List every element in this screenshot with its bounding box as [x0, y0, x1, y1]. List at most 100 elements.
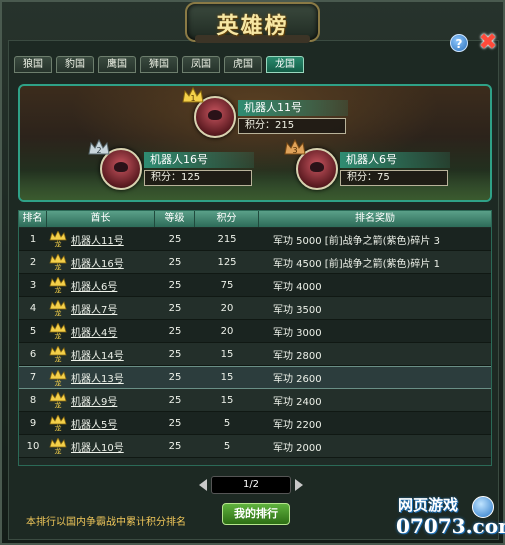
table-row[interactable]: 4 龙 机器人7号 25 20 军功 3500 [19, 297, 491, 320]
tab-eagle[interactable]: 鹰国 [98, 56, 136, 73]
dragon-crown-icon: 龙 [49, 277, 67, 293]
table-row[interactable]: 7 龙 机器人13号 25 15 军功 2600 [19, 366, 491, 389]
score-cell: 15 [220, 394, 234, 406]
pager: 1/2 [197, 476, 305, 494]
score-cell: 75 [220, 279, 234, 291]
ranking-note: 本排行以国内争霸战中累计积分排名 [26, 517, 186, 528]
level-cell: 25 [168, 348, 182, 360]
logo-line2: 07073.com [396, 514, 505, 538]
table-row[interactable]: 6 龙 机器人14号 25 15 军功 2800 [19, 343, 491, 366]
rank-cell: 5 [29, 325, 37, 337]
podium-first-score: 积分：215 [238, 118, 346, 134]
chief-cell: 龙 机器人7号 [47, 300, 155, 316]
ranking-table: 排名 酋长 等级 积分 排名奖励 1 龙机器人11号 25 215 军功 5000 [前… [18, 210, 492, 466]
table-row[interactable]: 1 龙 机器人11号 25 215 军功 5000 [前]战争之箭(紫色)碎片 3 [19, 228, 491, 251]
close-icon[interactable]: ✖ [477, 32, 499, 54]
svg-text:龙: 龙 [55, 424, 62, 432]
table-row[interactable]: 10 龙 机器人10号 25 5 军功 2000 [19, 435, 491, 458]
rank-cell: 6 [29, 348, 37, 360]
chief-cell: 龙 机器人16号 [47, 254, 155, 270]
rank-cell: 4 [29, 302, 37, 314]
dragon-crown-icon: 龙 [49, 300, 67, 316]
title-plate: 英雄榜 [185, 2, 320, 43]
svg-text:3: 3 [292, 146, 297, 155]
level-cell: 25 [168, 325, 182, 337]
chief-cell: 龙 机器人5号 [47, 415, 155, 431]
country-tabs: 狼国 豹国 鹰国 狮国 凤国 虎国 龙国 [14, 56, 304, 74]
svg-text:龙: 龙 [55, 332, 62, 340]
bronze-crown-icon: 3 [284, 138, 306, 155]
chief-name-link[interactable]: 机器人13号 [71, 370, 124, 385]
tab-dragon[interactable]: 龙国 [266, 56, 304, 73]
table-row[interactable]: 3 龙 机器人6号 25 75 军功 4000 [19, 274, 491, 297]
reward-cell: 军功 2000 [273, 442, 322, 454]
rank-cell: 3 [29, 279, 37, 291]
chief-cell: 龙 机器人9号 [47, 392, 155, 408]
svg-text:龙: 龙 [55, 309, 62, 317]
score-cell: 215 [217, 233, 237, 245]
reward-cell: 军功 4500 [前]战争之箭(紫色)碎片 1 [273, 258, 440, 270]
tab-tiger[interactable]: 虎国 [224, 56, 262, 73]
svg-text:1: 1 [190, 94, 195, 103]
table-header: 排名 酋长 等级 积分 排名奖励 [19, 211, 491, 227]
chief-name-link[interactable]: 机器人11号 [71, 232, 124, 247]
dragon-crown-icon: 龙 [49, 369, 67, 386]
podium-second-score: 积分：125 [144, 170, 252, 186]
rank-cell: 2 [29, 256, 37, 268]
chief-name-link[interactable]: 机器人5号 [71, 416, 117, 431]
dragon-crown-icon: 龙 [49, 438, 67, 454]
level-cell: 25 [168, 302, 182, 314]
chief-cell: 龙 机器人11号 [47, 231, 155, 247]
tab-wolf[interactable]: 狼国 [14, 56, 52, 73]
score-cell: 20 [220, 325, 234, 337]
level-cell: 25 [168, 256, 182, 268]
chief-name-link[interactable]: 机器人6号 [71, 278, 117, 293]
tab-leopard[interactable]: 豹国 [56, 56, 94, 73]
svg-text:龙: 龙 [55, 240, 62, 248]
tab-lion[interactable]: 狮国 [140, 56, 178, 73]
help-icon[interactable]: ? [450, 34, 468, 52]
prev-page-arrow-icon[interactable] [199, 479, 207, 491]
svg-text:龙: 龙 [55, 401, 62, 409]
header-level: 等级 [155, 211, 195, 227]
chief-name-link[interactable]: 机器人14号 [71, 347, 124, 362]
logo-line1: 网页游戏 [398, 496, 459, 514]
chief-name-link[interactable]: 机器人9号 [71, 393, 117, 408]
header-chief: 酋长 [47, 211, 155, 227]
tab-phoenix[interactable]: 凤国 [182, 56, 220, 73]
chief-name-link[interactable]: 机器人10号 [71, 439, 124, 454]
reward-cell: 军功 5000 [前]战争之箭(紫色)碎片 3 [273, 235, 440, 247]
table-row[interactable]: 9 龙 机器人5号 25 5 军功 2200 [19, 412, 491, 435]
score-cell: 125 [217, 256, 237, 268]
level-cell: 25 [168, 417, 182, 429]
score-cell: 5 [223, 417, 231, 429]
podium-second-name: 机器人16号 [144, 152, 254, 168]
table-row[interactable]: 8 龙 机器人9号 25 15 军功 2400 [19, 389, 491, 412]
header-rank: 排名 [19, 211, 47, 227]
table-row[interactable]: 2 龙 机器人16号 25 125 军功 4500 [前]战争之箭(紫色)碎片 1 [19, 251, 491, 274]
chief-cell: 龙 机器人14号 [47, 346, 155, 362]
level-cell: 25 [168, 233, 182, 245]
svg-text:龙: 龙 [55, 378, 62, 386]
chief-name-link[interactable]: 机器人4号 [71, 324, 117, 339]
rank-cell: 7 [29, 372, 37, 383]
podium-first-name: 机器人11号 [238, 100, 348, 116]
reward-cell: 军功 3000 [273, 327, 322, 339]
chief-name-link[interactable]: 机器人7号 [71, 301, 117, 316]
level-cell: 25 [168, 440, 182, 452]
header-score: 积分 [195, 211, 259, 227]
next-page-arrow-icon[interactable] [295, 479, 303, 491]
reward-cell: 军功 3500 [273, 304, 322, 316]
window-title: 英雄榜 [216, 14, 289, 39]
svg-text:龙: 龙 [55, 355, 62, 363]
rank-cell: 8 [29, 394, 37, 406]
my-rank-button[interactable]: 我的排行 [222, 503, 290, 525]
table-row[interactable]: 5 龙 机器人4号 25 20 军功 3000 [19, 320, 491, 343]
chief-name-link[interactable]: 机器人16号 [71, 255, 124, 270]
rank-cell: 10 [26, 440, 40, 452]
podium-third-name: 机器人6号 [340, 152, 450, 168]
reward-cell: 军功 2200 [273, 419, 322, 431]
chief-cell: 龙 机器人10号 [47, 438, 155, 454]
silver-crown-icon: 2 [88, 138, 110, 155]
score-cell: 15 [220, 372, 234, 383]
